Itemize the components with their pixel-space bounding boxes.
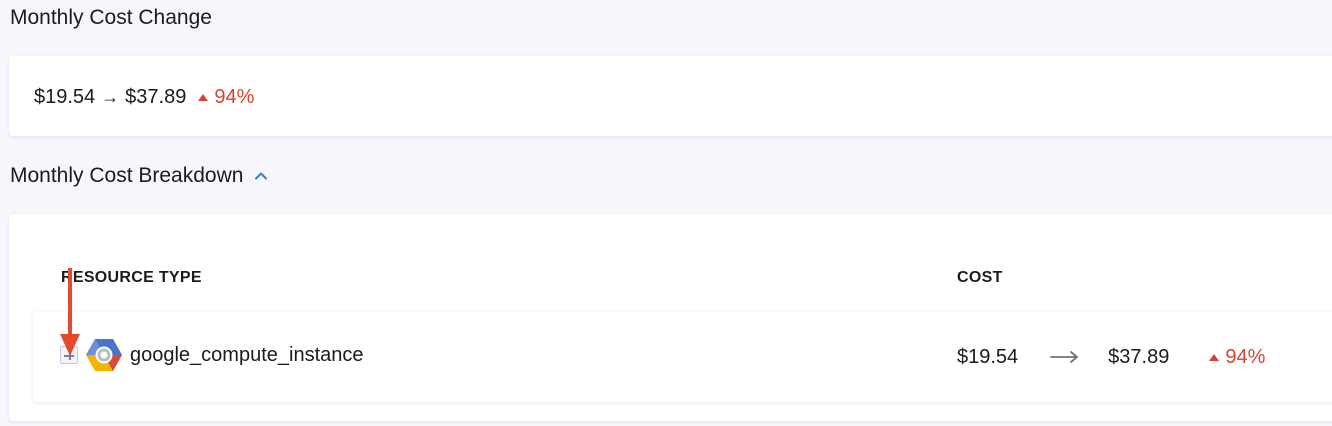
table-row[interactable]: google_compute_instance $19.54 $37.89 94… [33,312,1332,402]
cost-change-line: $19.54 → $37.89 94% [34,85,254,109]
cost-breakdown-title: Monthly Cost Breakdown [10,164,244,187]
arrow-right-icon: → [101,87,120,107]
resource-name: google_compute_instance [130,344,364,366]
arrow-right-icon [1050,351,1079,363]
row-from-cost: $19.54 [957,346,1019,368]
to-cost: $37.89 [125,86,187,108]
increase-triangle-icon [198,93,209,101]
chevron-up-icon[interactable] [253,168,269,184]
section-title-cost-breakdown[interactable]: Monthly Cost Breakdown [10,164,269,188]
cost-change-title: Monthly Cost Change [10,6,212,29]
annotation-arrow-icon [60,268,80,356]
row-to-cost: $37.89 [1108,346,1170,368]
row-change-percentage: 94% [1225,346,1266,368]
increase-triangle-icon [1209,353,1220,361]
column-header-cost[interactable]: COST [957,269,1003,287]
cost-change-card: $19.54 → $37.89 94% [9,56,1332,136]
google-compute-engine-icon [86,339,122,371]
change-percentage: 94% [214,86,255,108]
from-cost: $19.54 [34,86,96,108]
row-cost-change: $19.54 $37.89 94% [957,345,1265,369]
cost-breakdown-card: RESOURCE TYPE COST google_compute_instan… [9,214,1332,421]
column-header-resource-type[interactable]: RESOURCE TYPE [61,269,202,287]
section-title-cost-change: Monthly Cost Change [10,6,212,30]
